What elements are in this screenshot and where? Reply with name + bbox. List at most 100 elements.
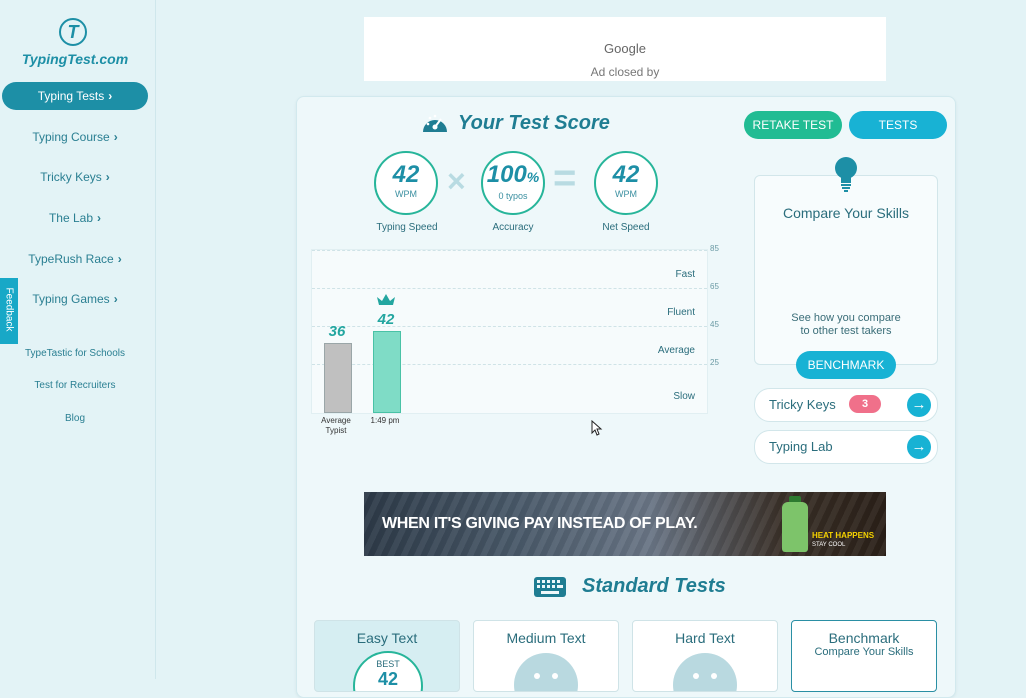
benchmark-button[interactable]: BENCHMARK — [796, 351, 896, 379]
banner-tagline: HEAT HAPPENS STAY COOL — [812, 532, 874, 549]
accuracy-value: 100 — [486, 161, 527, 188]
sidebar-item-label: Typing Course — [32, 130, 110, 144]
net-speed-circle: 42 WPM — [594, 151, 658, 215]
compare-sub-line2: to other test takers — [800, 325, 892, 337]
chart-x-label: Average Typist — [321, 416, 351, 435]
sidebar-item-typing-tests[interactable]: Typing Tests › — [2, 82, 148, 110]
test-card-medium[interactable]: Medium Text — [473, 620, 619, 692]
speedometer-icon — [423, 114, 447, 132]
chevron-right-icon: › — [113, 292, 118, 306]
chart-x-label: 1:49 pm — [370, 416, 400, 425]
feedback-label: Feedback — [3, 287, 15, 332]
sidebar-item-label: Tricky Keys — [40, 170, 102, 184]
test-card-subtitle: Compare Your Skills — [814, 646, 914, 658]
chart-y-tick: 25 — [710, 357, 719, 367]
chevron-right-icon: › — [105, 170, 110, 184]
face-icon — [673, 653, 737, 691]
chart-band-label: Average — [657, 344, 695, 356]
wpm-chart: Fast Fluent Average Slow 36 42 — [311, 249, 708, 414]
chart-gridline — [312, 363, 707, 365]
test-card-title: Easy Text — [356, 630, 418, 646]
tests-button[interactable]: TESTS — [849, 111, 947, 139]
chevron-right-icon: › — [113, 130, 118, 144]
accuracy-circle: 100% 0 typos — [481, 151, 545, 215]
chart-gridline — [312, 287, 707, 289]
chevron-right-icon: › — [108, 89, 113, 103]
compare-skills-title: Compare Your Skills — [782, 205, 910, 221]
sidebar-link-blog[interactable]: Blog — [0, 413, 150, 424]
test-card-easy[interactable]: Easy Text BEST 42 — [314, 620, 460, 692]
times-icon: × — [447, 163, 466, 199]
typing-speed-circle: 42 WPM — [374, 151, 438, 215]
chart-bar-value: 42 — [377, 311, 395, 329]
chart-band-label: Slow — [673, 391, 695, 403]
test-card-benchmark[interactable]: Benchmark Compare Your Skills — [791, 620, 937, 692]
chevron-right-icon: › — [97, 211, 102, 225]
net-speed-value: 42 — [612, 161, 640, 188]
sidebar-link-typetastic[interactable]: TypeTastic for Schools — [0, 348, 150, 359]
banner-tag-line2: STAY COOL — [812, 542, 846, 548]
tricky-keys-badge: 3 — [849, 395, 881, 413]
typing-speed-value: 42 — [392, 161, 420, 188]
accuracy-unit: % — [526, 169, 540, 185]
sidebar-item-label: Typing Games — [32, 292, 110, 306]
logo-icon[interactable]: T — [59, 18, 87, 46]
sidebar-item-the-lab[interactable]: The Lab › — [0, 204, 150, 232]
sidebar-item-label: The Lab — [48, 211, 94, 225]
tricky-keys-label: Tricky Keys — [769, 397, 836, 412]
chart-band-label: Fast — [675, 268, 695, 280]
accuracy-typos: 0 typos — [498, 191, 528, 201]
chart-bar — [373, 331, 401, 413]
chart-bar-value: 36 — [328, 322, 346, 340]
test-card-hard[interactable]: Hard Text — [632, 620, 778, 692]
typing-speed-unit: WPM — [395, 189, 417, 199]
score-title: Your Test Score — [458, 112, 610, 134]
face-icon — [514, 653, 578, 691]
standard-tests-title: Standard Tests — [582, 575, 726, 597]
logo-text[interactable]: TypingTest.com — [0, 51, 150, 67]
sidebar-link-recruiters[interactable]: Test for Recruiters — [0, 380, 150, 391]
arrow-right-icon[interactable]: → — [907, 435, 931, 459]
sidebar-item-typing-games[interactable]: Typing Games › — [0, 285, 150, 313]
chevron-right-icon: › — [117, 252, 122, 266]
typing-lab-label: Typing Lab — [769, 439, 833, 454]
best-score-circle: BEST 42 — [353, 651, 423, 691]
chart-y-tick: 65 — [710, 281, 719, 291]
chart-bar — [324, 342, 352, 413]
best-label: BEST — [376, 659, 400, 669]
keyboard-icon — [534, 577, 566, 597]
test-card-title: Benchmark — [828, 630, 900, 646]
banner-headline: WHEN IT'S GIVING PAY INSTEAD OF PLAY. — [382, 515, 698, 532]
ad-closed-text: Ad closed by Google — [364, 41, 886, 79]
chart-y-tick: 45 — [710, 319, 719, 329]
sidebar-item-typing-course[interactable]: Typing Course › — [0, 123, 150, 151]
typing-speed-label: Typing Speed — [376, 222, 438, 233]
tricky-keys-pill[interactable]: Tricky Keys 3 → — [754, 388, 938, 422]
lightbulb-icon — [835, 157, 857, 192]
ad-banner-top: Ad closed by Google — [364, 17, 886, 81]
best-value: 42 — [377, 669, 399, 689]
retake-test-button[interactable]: RETAKE TEST — [744, 111, 842, 139]
sidebar-item-label: TypeRush Race — [28, 252, 114, 266]
sidebar-item-tricky-keys[interactable]: Tricky Keys › — [0, 163, 150, 191]
ad-closed-prefix: Ad closed by — [590, 65, 660, 79]
net-speed-label: Net Speed — [602, 222, 650, 233]
bottle-image — [782, 502, 808, 552]
feedback-tab[interactable]: Feedback — [0, 278, 18, 344]
compare-skills-subtitle: See how you compare to other test takers — [754, 312, 938, 338]
mouse-cursor-icon — [591, 420, 603, 436]
test-card-title: Hard Text — [675, 630, 735, 646]
banner-tag-line1: HEAT HAPPENS — [812, 531, 875, 540]
equals-icon: = — [553, 156, 577, 200]
net-speed-unit: WPM — [615, 189, 637, 199]
chart-y-tick: 85 — [710, 244, 719, 253]
typing-lab-pill[interactable]: Typing Lab → — [754, 430, 938, 464]
chart-gridline — [312, 250, 707, 251]
compare-sub-line1: See how you compare — [791, 312, 901, 324]
crown-icon — [377, 294, 395, 306]
arrow-right-icon[interactable]: → — [907, 393, 931, 417]
sidebar-item-typerush-race[interactable]: TypeRush Race › — [0, 245, 150, 273]
ad-banner-sprite[interactable]: WHEN IT'S GIVING PAY INSTEAD OF PLAY. HE… — [364, 492, 886, 556]
sidebar-item-label: Typing Tests — [37, 89, 105, 103]
ad-google-brand: Google — [604, 41, 646, 56]
